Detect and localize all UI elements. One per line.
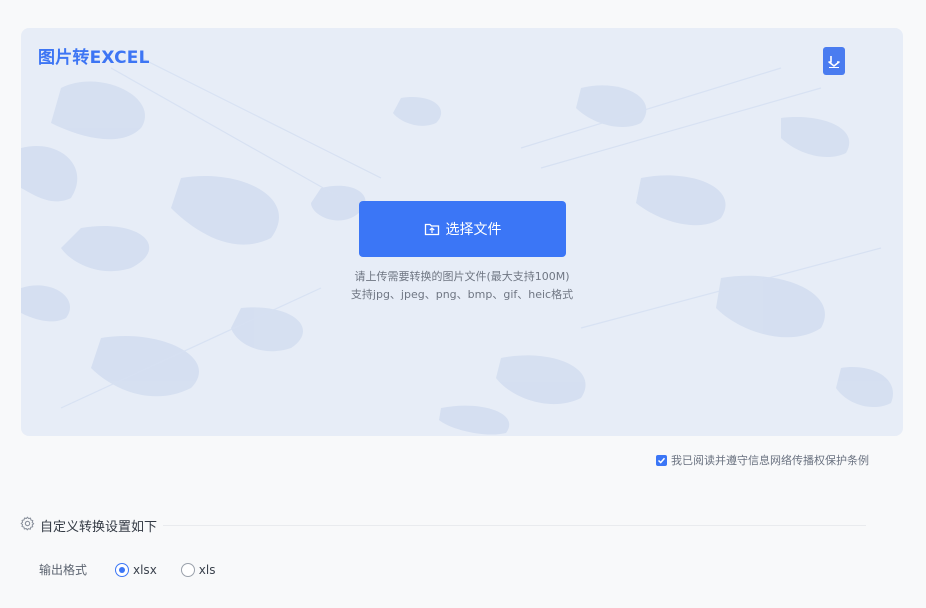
radio-xls-control[interactable] <box>180 562 195 577</box>
select-file-button[interactable]: 选择文件 <box>359 201 566 257</box>
gear-icon <box>20 516 35 535</box>
radio-xlsx[interactable]: xlsx <box>115 562 157 577</box>
upload-hint-size: 请上传需要转换的图片文件(最大支持100M) <box>354 270 570 283</box>
page: 图片转EXCEL 选择文件 请上传需要转换的图片文件(最大支持100M) 支持j… <box>0 0 926 608</box>
radio-xlsx-label: xlsx <box>133 562 157 577</box>
download-icon[interactable] <box>823 47 845 75</box>
settings-header: 自定义转换设置如下 <box>20 516 866 535</box>
radio-xls-label: xls <box>198 562 216 577</box>
agreement-row[interactable]: 我已阅读并遵守信息网络传播权保护条例 <box>656 452 869 468</box>
upload-hint-formats: 支持jpg、jpeg、png、bmp、gif、heic格式 <box>350 288 574 301</box>
select-file-label: 选择文件 <box>445 222 502 238</box>
agreement-label: 我已阅读并遵守信息网络传播权保护条例 <box>671 454 869 467</box>
settings-title: 自定义转换设置如下 <box>40 519 158 535</box>
checkbox-icon[interactable] <box>656 454 667 466</box>
output-format-label: 输出格式 <box>39 563 88 577</box>
upload-panel[interactable]: 图片转EXCEL 选择文件 请上传需要转换的图片文件(最大支持100M) 支持j… <box>21 28 903 436</box>
output-format-row: 输出格式 xlsx xls <box>39 561 239 578</box>
folder-icon <box>424 221 440 237</box>
radio-xls[interactable]: xls <box>180 562 216 577</box>
divider <box>163 524 866 526</box>
page-title: 图片转EXCEL <box>38 48 150 68</box>
radio-xlsx-control[interactable] <box>115 562 129 577</box>
